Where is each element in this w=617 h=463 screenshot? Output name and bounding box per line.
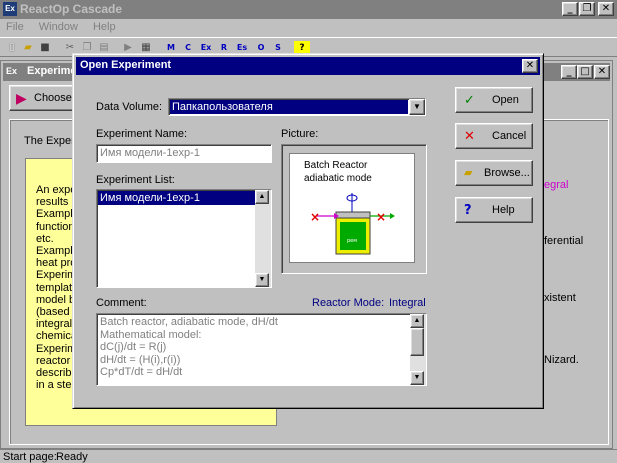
- help-button-label: Help: [492, 204, 515, 216]
- right-fragment-1: egral: [544, 179, 569, 191]
- choose-button[interactable]: ▶ Choose: [9, 85, 79, 111]
- experiment-list-scrollbar[interactable]: ▲ ▼: [255, 190, 271, 287]
- folder-icon: ▰: [464, 166, 473, 179]
- comment-text: Batch reactor, adiabatic mode, dH/dt Math…: [100, 316, 278, 379]
- dialog-close-button[interactable]: ✕: [522, 59, 538, 73]
- help-question-icon: ?: [464, 203, 472, 218]
- comment-text-line: Batch reactor, adiabatic mode, dH/dt: [100, 316, 278, 328]
- choose-arrow-icon: ▶: [16, 90, 27, 106]
- experiment-list[interactable]: Имя модели-1exp-1 ▲ ▼: [96, 189, 272, 288]
- reactor-picture: Batch Reactor adiabatic mode рем × ×: [289, 153, 415, 263]
- child-minimize-button[interactable]: _: [561, 65, 577, 79]
- scroll-down-icon[interactable]: ▼: [255, 273, 269, 287]
- picture-title-2: adiabatic mode: [304, 173, 372, 184]
- experiment-name-field[interactable]: Имя модели-1exp-1: [96, 144, 272, 163]
- experiment-list-item[interactable]: Имя модели-1exp-1: [98, 191, 255, 205]
- svg-text:×: ×: [376, 210, 386, 224]
- save-icon[interactable]: ■: [37, 41, 53, 55]
- status-label: Start page:: [3, 451, 57, 463]
- child-maximize-button[interactable]: □: [577, 65, 593, 79]
- checkmark-icon: ✓: [464, 93, 475, 108]
- chevron-down-icon[interactable]: ▼: [409, 99, 425, 115]
- menu-help[interactable]: Help: [93, 21, 116, 33]
- close-button[interactable]: ✕: [598, 2, 614, 16]
- comment-text-line: dH/dt = (H(i),r(i)): [100, 353, 181, 366]
- picture-title-1: Batch Reactor: [304, 160, 368, 171]
- cancel-button[interactable]: ✕ Cancel: [455, 123, 533, 149]
- right-fragment-2: ferential: [544, 235, 584, 247]
- comment-scroll-down-icon[interactable]: ▼: [410, 371, 424, 385]
- cancel-button-label: Cancel: [492, 130, 527, 142]
- app-icon[interactable]: Ex: [3, 2, 17, 16]
- open-experiment-dialog: Open Experiment ✕ Data Volume: Папкаполь…: [72, 53, 544, 409]
- child-title: Experime: [27, 65, 77, 77]
- data-volume-value: Папкапользователя: [170, 100, 408, 114]
- experiment-name-value: Имя модели-1exp-1: [100, 147, 200, 159]
- restore-button[interactable]: ❐: [579, 2, 595, 16]
- status-value: Ready: [56, 451, 88, 463]
- reactor-mode-label: Reactor Mode:: [312, 297, 385, 309]
- child-icon: Ex: [6, 66, 18, 76]
- svg-text:×: ×: [310, 210, 320, 224]
- cancel-x-icon: ✕: [464, 129, 475, 144]
- comment-label: Comment:: [96, 297, 147, 309]
- browse-button-label: Browse...: [484, 167, 530, 179]
- reactor-mode-value: Integral: [389, 297, 426, 309]
- open-button[interactable]: ✓ Open: [455, 87, 533, 113]
- app-title: ReactOp Cascade: [20, 2, 123, 16]
- comment-scroll-up-icon[interactable]: ▲: [410, 314, 424, 328]
- open-folder-icon[interactable]: ▰: [20, 41, 36, 55]
- menu-window[interactable]: Window: [39, 21, 78, 33]
- right-fragment-3: xistent: [544, 292, 576, 304]
- browse-button[interactable]: ▰ Browse...: [455, 160, 533, 186]
- minimize-button[interactable]: _: [562, 2, 578, 16]
- picture-frame: Batch Reactor adiabatic mode рем × ×: [281, 144, 427, 274]
- comment-scroll-thumb[interactable]: [410, 328, 424, 356]
- comment-text-line: Mathematical model:: [100, 328, 202, 341]
- data-volume-select[interactable]: Папкапользователя ▼: [168, 98, 426, 116]
- experiment-name-label: Experiment Name:: [96, 128, 188, 140]
- right-fragment-4: Nizard.: [544, 354, 579, 366]
- new-icon[interactable]: ▯: [4, 41, 20, 55]
- comment-scrollbar[interactable]: ▲ ▼: [410, 314, 426, 385]
- comment-text-line: dC(j)/dt = R(j): [100, 341, 167, 353]
- menu-bar: File Window Help: [6, 21, 128, 37]
- dialog-title-bar: Open Experiment ✕: [76, 57, 540, 75]
- child-close-button[interactable]: ✕: [594, 65, 610, 79]
- comment-text-line: Cp*dT/dt = dH/dt: [100, 366, 183, 378]
- comment-box[interactable]: Batch reactor, adiabatic mode, dH/dt Math…: [96, 313, 427, 386]
- experiment-list-label: Experiment List:: [96, 174, 175, 186]
- help-button[interactable]: ? Help: [455, 197, 533, 223]
- scroll-up-icon[interactable]: ▲: [255, 190, 269, 204]
- batch-reactor-diagram-icon: рем × ×: [310, 193, 395, 255]
- data-volume-label: Data Volume:: [96, 101, 163, 113]
- choose-label: Choose: [34, 92, 72, 104]
- dialog-title: Open Experiment: [80, 59, 172, 71]
- intro-text: The Exper: [24, 135, 75, 147]
- open-button-label: Open: [492, 94, 519, 106]
- menu-file[interactable]: File: [6, 21, 24, 33]
- picture-label: Picture:: [281, 128, 319, 140]
- svg-text:рем: рем: [347, 238, 357, 244]
- app-title-bar: Ex ReactOp Cascade _ ❐ ✕: [0, 0, 617, 19]
- status-bar: Start page: Ready: [0, 449, 617, 463]
